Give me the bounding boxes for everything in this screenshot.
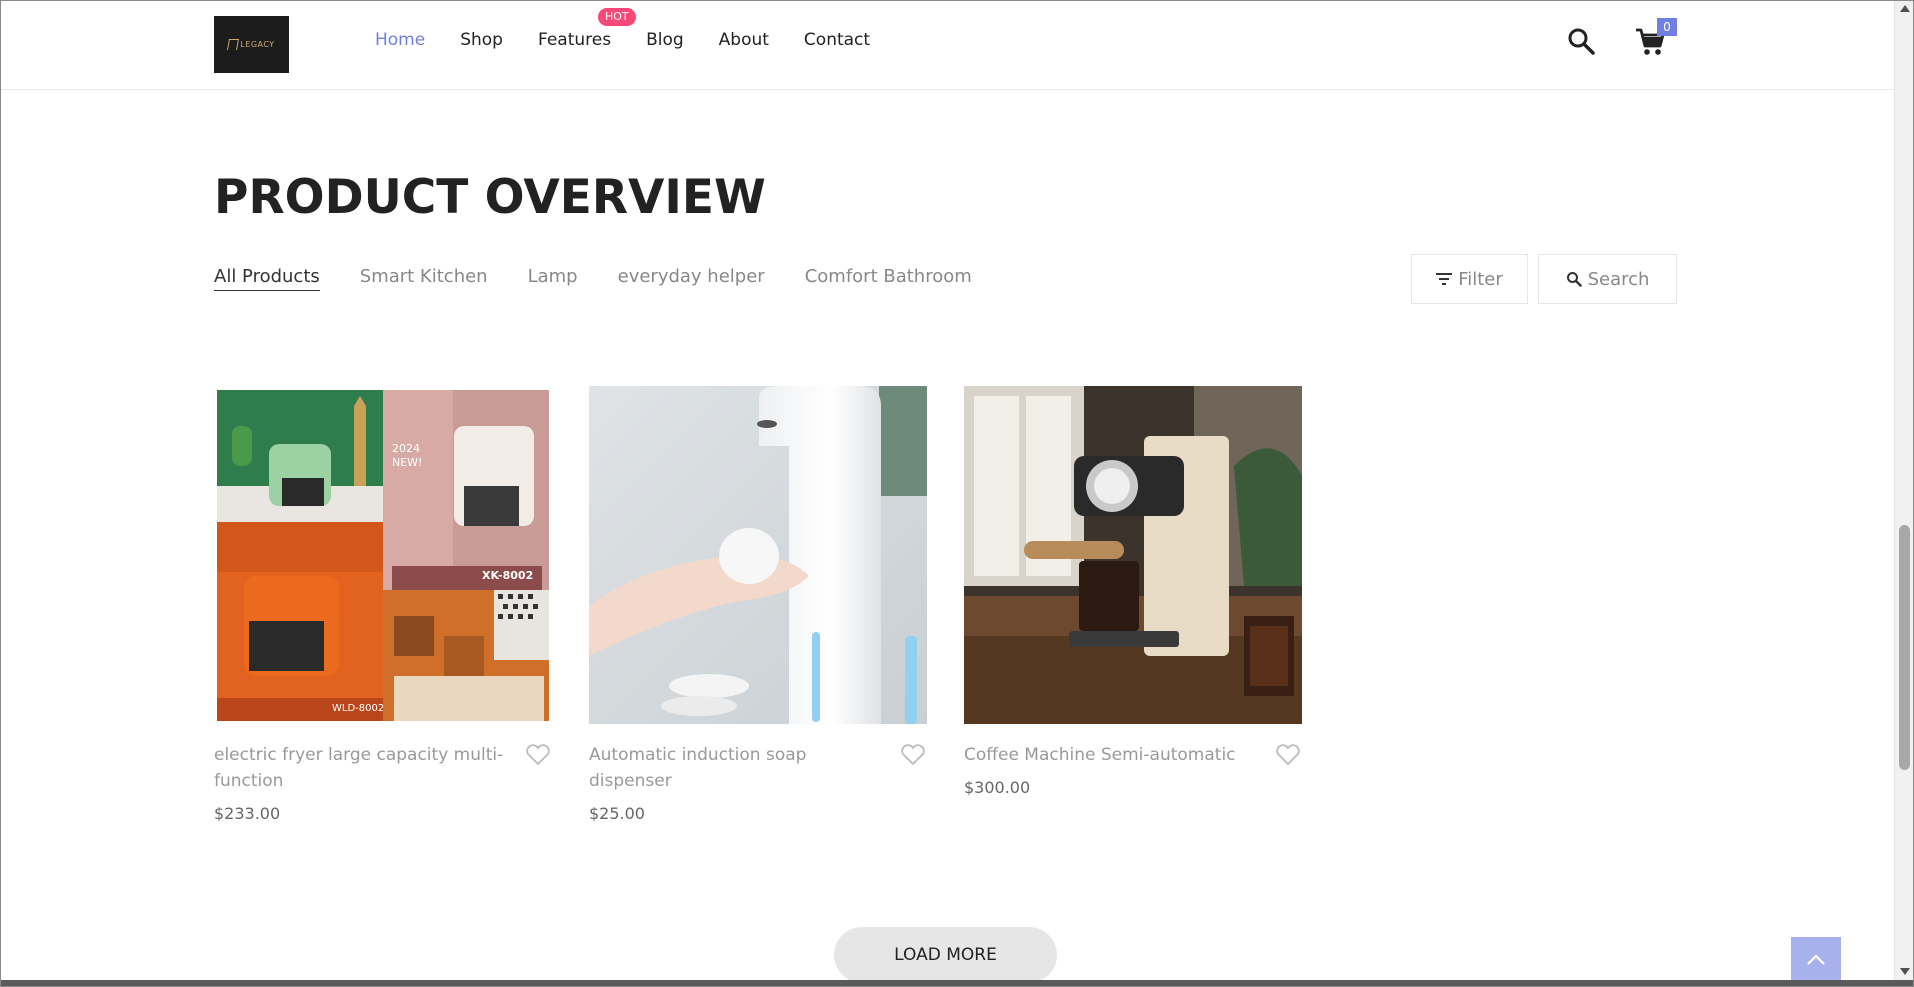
filter-label: Filter (1458, 268, 1503, 290)
nav-blog[interactable]: Blog (646, 30, 684, 50)
load-more-button[interactable]: LOAD MORE (834, 927, 1057, 983)
nav-shop[interactable]: Shop (460, 30, 503, 50)
product-name[interactable]: Coffee Machine Semi-automatic (964, 742, 1264, 768)
product-price: $25.00 (589, 804, 645, 823)
vertical-scrollbar[interactable] (1894, 0, 1914, 980)
product-price: $300.00 (964, 778, 1031, 797)
product-card: Automatic induction soap dispenser $25.0… (589, 386, 927, 823)
product-card: Coffee Machine Semi-automatic $300.00 (964, 386, 1302, 797)
nav-home[interactable]: Home (375, 30, 425, 50)
search-label: Search (1587, 268, 1650, 290)
tab-everyday-helper[interactable]: everyday helper (618, 266, 765, 291)
tab-smart-kitchen[interactable]: Smart Kitchen (360, 266, 488, 291)
hot-badge: HOT (597, 8, 636, 26)
product-name[interactable]: Automatic induction soap dispenser (589, 742, 889, 794)
tab-all-products[interactable]: All Products (214, 266, 320, 291)
scroll-down-icon[interactable] (1900, 968, 1910, 975)
search-icon[interactable] (1566, 26, 1596, 60)
page-title: PRODUCT OVERVIEW (214, 170, 766, 225)
heart-icon[interactable] (900, 744, 926, 770)
image-text-new: NEW! (392, 456, 422, 469)
tab-lamp[interactable]: Lamp (528, 266, 578, 291)
tab-comfort-bathroom[interactable]: Comfort Bathroom (805, 266, 972, 291)
filter-icon (1436, 273, 1453, 285)
filter-button[interactable]: Filter (1411, 254, 1528, 304)
image-text-model-wld: WLD-8002 (332, 703, 384, 714)
scroll-thumb[interactable] (1899, 525, 1910, 770)
logo-text: LEGACY (240, 40, 275, 49)
logo-mark-icon (227, 39, 240, 50)
product-image-soap-dispenser[interactable] (589, 386, 927, 724)
logo[interactable]: LEGACY (214, 16, 289, 73)
heart-icon[interactable] (525, 744, 551, 770)
heart-icon[interactable] (1275, 744, 1301, 770)
back-to-top-button[interactable] (1791, 937, 1841, 983)
site-header: LEGACY Home Shop Features HOT Blog About… (0, 0, 1894, 90)
product-image-coffee-machine[interactable] (964, 386, 1302, 724)
chevron-up-icon (1807, 954, 1825, 965)
nav-features-label: Features (537, 30, 612, 50)
search-small-icon (1566, 272, 1582, 287)
main-nav: Home Shop Features HOT Blog About Contac… (375, 8, 905, 50)
window-bottom-edge (0, 980, 1914, 987)
product-price: $233.00 (214, 804, 281, 823)
image-text-2024: 2024 (392, 442, 420, 455)
image-text-model-xk: XK-8002 (482, 569, 533, 582)
cart-count-badge: 0 (1657, 18, 1677, 36)
nav-about[interactable]: About (719, 30, 769, 50)
product-name[interactable]: electric fryer large capacity multi-func… (214, 742, 514, 794)
nav-contact[interactable]: Contact (804, 30, 870, 50)
category-tabs: All Products Smart Kitchen Lamp everyday… (214, 266, 1012, 291)
product-card: 2024 NEW! XK-8002 WLD-8002 electric frye… (214, 386, 552, 823)
product-image-air-fryer[interactable]: 2024 NEW! XK-8002 WLD-8002 (214, 386, 552, 724)
nav-features[interactable]: Features HOT (537, 8, 636, 50)
scroll-up-icon[interactable] (1900, 5, 1910, 12)
search-button[interactable]: Search (1538, 254, 1677, 304)
